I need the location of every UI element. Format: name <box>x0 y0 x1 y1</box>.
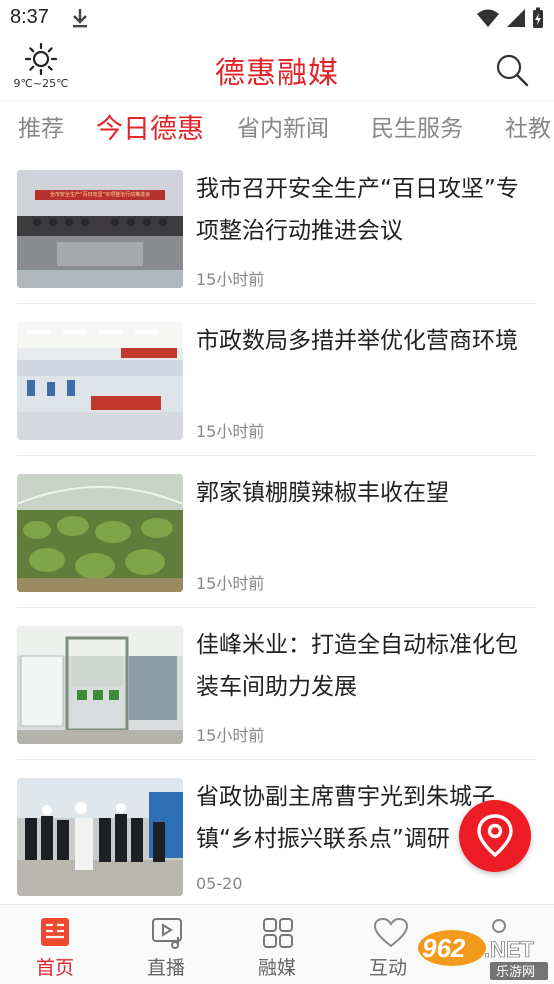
grid-icon <box>263 918 293 948</box>
watermark-logo: 962 .NET 乐游网 <box>414 924 550 982</box>
news-title: 市政数局多措并举优化营商环境 <box>196 328 518 354</box>
signal-icon <box>507 9 525 27</box>
tab-province-news[interactable]: 省内新闻 <box>237 109 329 143</box>
thumbnail-banner: 全市安全生产“百日攻坚”专项整治行动推进会 <box>49 192 151 198</box>
news-time: 05-20 <box>196 874 243 893</box>
nav-home[interactable]: 首页 <box>0 905 110 984</box>
tab-today-dehui[interactable]: 今日德惠 <box>96 107 204 146</box>
nav-label: 首页 <box>35 957 74 979</box>
app-header: 9℃~25℃ 德惠融媒 <box>0 36 554 100</box>
news-title: 郭家镇棚膜辣椒丰收在望 <box>196 480 449 506</box>
news-item[interactable]: 市政数局多措并举优化营商环境 15小时前 <box>0 304 554 456</box>
news-thumbnail <box>17 474 183 592</box>
status-indicators <box>476 7 544 29</box>
news-thumbnail: 全市安全生产“百日攻坚”专项整治行动推进会 <box>17 170 183 288</box>
nav-media[interactable]: 融媒 <box>222 905 332 984</box>
live-video-icon <box>152 918 182 949</box>
tab-education[interactable]: 社教 <box>505 109 551 143</box>
news-item[interactable]: 郭家镇棚膜辣椒丰收在望 15小时前 <box>0 456 554 608</box>
category-tabs: 推荐 今日德惠 省内新闻 民生服务 社教 <box>0 100 554 150</box>
download-icon <box>70 6 90 30</box>
tab-livelihood[interactable]: 民生服务 <box>371 109 463 143</box>
svg-text:乐游网: 乐游网 <box>496 965 535 980</box>
app-title: 德惠融媒 <box>215 56 339 91</box>
news-thumbnail <box>17 626 183 744</box>
heart-icon <box>373 917 409 948</box>
news-title: 佳峰米业：打造全自动标准化包装车间助力发展 <box>196 632 518 700</box>
news-item[interactable]: 全市安全生产“百日攻坚”专项整治行动推进会 我市召开安全生产“百日攻坚”专项整治… <box>0 152 554 304</box>
news-item[interactable]: 佳峰米业：打造全自动标准化包装车间助力发展 15小时前 <box>0 608 554 760</box>
home-news-icon <box>41 918 69 946</box>
news-time: 15小时前 <box>196 574 265 593</box>
nav-label: 直播 <box>146 957 185 979</box>
nav-live[interactable]: 直播 <box>111 905 221 984</box>
location-button[interactable] <box>459 800 531 872</box>
news-time: 15小时前 <box>196 422 265 441</box>
status-bar: 8:37 <box>0 0 554 36</box>
battery-icon <box>533 7 543 28</box>
search-button[interactable] <box>494 52 530 88</box>
search-icon <box>496 54 529 87</box>
svg-text:.NET: .NET <box>484 937 535 962</box>
wifi-icon <box>477 9 499 27</box>
news-thumbnail <box>17 322 183 440</box>
nav-label: 融媒 <box>257 957 296 979</box>
news-title: 我市召开安全生产“百日攻坚”专项整治行动推进会议 <box>196 176 519 244</box>
status-time: 8:37 <box>10 6 49 28</box>
tab-recommend[interactable]: 推荐 <box>18 109 64 143</box>
svg-text:962: 962 <box>422 933 466 963</box>
news-thumbnail <box>17 778 183 896</box>
news-time: 15小时前 <box>196 270 265 289</box>
news-time: 15小时前 <box>196 726 265 745</box>
location-pin-icon <box>477 814 513 858</box>
